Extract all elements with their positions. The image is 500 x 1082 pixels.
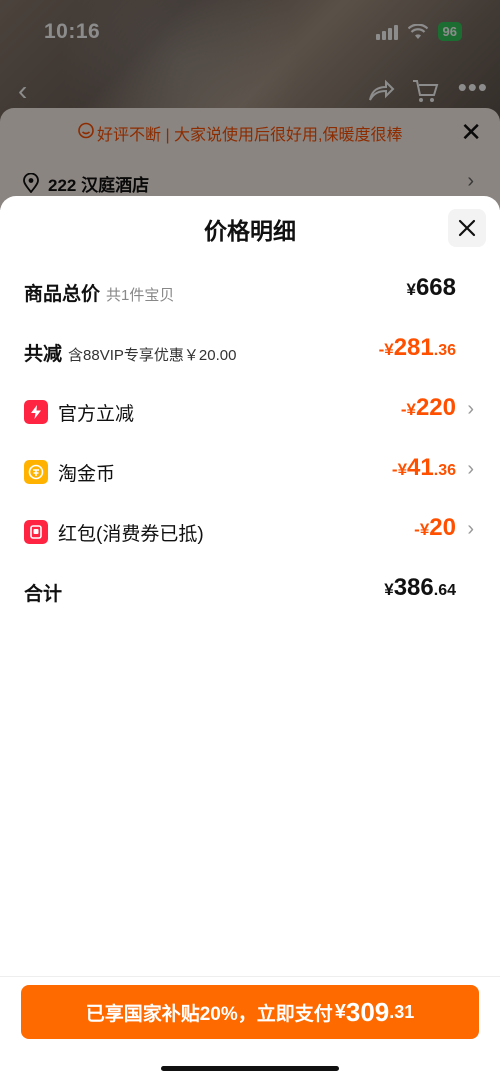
discount-amount-official: -¥220 <box>400 394 456 421</box>
modal-backdrop[interactable] <box>0 0 500 210</box>
discount-amount-coin: -¥41.36 <box>391 454 456 481</box>
pay-amount-int: 309 <box>345 996 390 1027</box>
pay-currency: ¥ <box>334 1000 346 1023</box>
bottom-divider <box>0 976 500 977</box>
sum-row: 合计 ¥386.64 <box>0 572 500 612</box>
home-indicator[interactable] <box>161 1066 339 1071</box>
pay-amount-dec: .31 <box>389 1001 415 1022</box>
discount-row-official[interactable]: 官方立减 -¥220 › <box>0 392 500 432</box>
red-packet-icon <box>24 520 48 544</box>
total-discount-amount: -¥281.36 <box>378 334 456 361</box>
goods-total-row: 商品总价 共1件宝贝 ¥668 <box>0 272 500 312</box>
goods-total-amount: ¥668 <box>406 274 456 301</box>
sum-amount: ¥386.64 <box>384 574 456 601</box>
discount-label-redpacket: 红包(消费券已抵) <box>58 524 204 545</box>
total-discount-label: 共减 含88VIP专享优惠￥20.00 <box>24 344 237 365</box>
discount-row-redpacket[interactable]: 红包(消费券已抵) -¥20 › <box>0 512 500 552</box>
chevron-right-icon: › <box>467 458 474 480</box>
pay-now-button[interactable]: 已享国家补贴20%，立即支付 ¥ 309 .31 <box>21 985 479 1039</box>
close-button[interactable] <box>448 209 486 247</box>
sum-label: 合计 <box>24 584 63 605</box>
goods-total-label: 商品总价 共1件宝贝 <box>24 284 175 305</box>
goods-count: 共1件宝贝 <box>106 287 175 304</box>
discount-row-coin[interactable]: 淘金币 -¥41.36 › <box>0 452 500 492</box>
chevron-right-icon: › <box>467 518 474 540</box>
discount-label-coin: 淘金币 <box>58 464 116 485</box>
total-discount-row: 共减 含88VIP专享优惠￥20.00 -¥281.36 <box>0 332 500 372</box>
vip-discount-note: 含88VIP专享优惠￥20.00 <box>68 347 237 364</box>
coin-icon <box>24 460 48 484</box>
discount-amount-redpacket: -¥20 <box>414 514 456 541</box>
close-icon <box>458 219 476 237</box>
lightning-icon <box>24 400 48 424</box>
sheet-title: 价格明细 <box>204 218 296 244</box>
price-detail-sheet: 价格明细 商品总价 共1件宝贝 ¥668 共减 含88VIP专享优惠￥20.00 -… <box>0 196 500 1082</box>
chevron-right-icon: › <box>467 398 474 420</box>
discount-label-official: 官方立减 <box>58 404 135 425</box>
pay-button-text: 已享国家补贴20%，立即支付 <box>85 1003 333 1025</box>
